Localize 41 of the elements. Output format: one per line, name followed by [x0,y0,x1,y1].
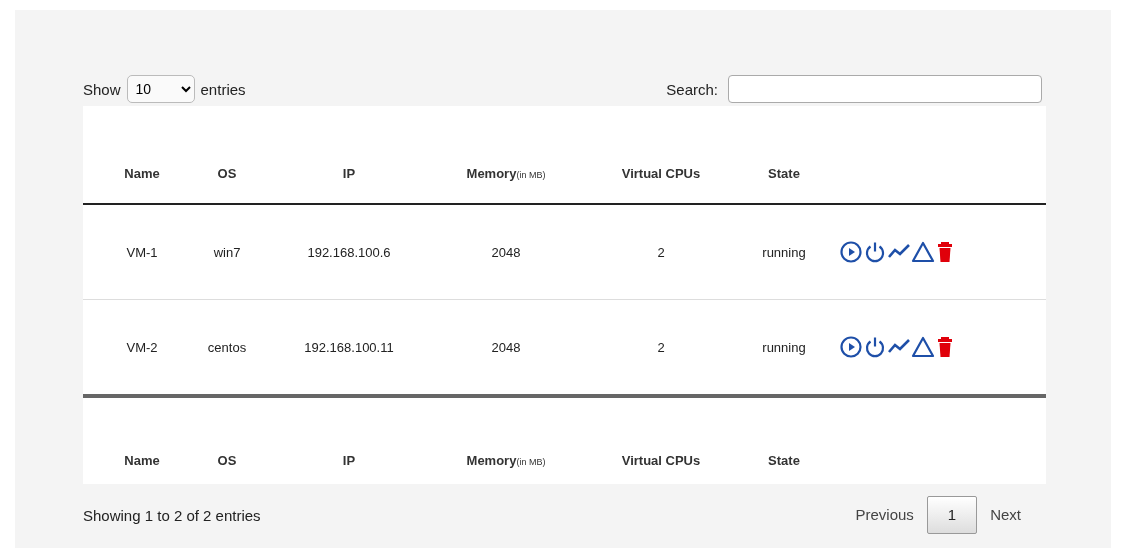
power-icon[interactable] [863,335,887,359]
column-header: Virtual CPUs [621,453,701,468]
column-header: Memory(in MB) [466,453,546,468]
column-header: Virtual CPUs [621,166,701,181]
table-cell: 192.168.100.11 [304,339,394,355]
table-cell: centos [207,339,247,355]
column-header: Name [124,453,160,468]
column-header: Memory(in MB) [466,166,546,181]
table-cell: 192.168.100.6 [307,244,391,260]
column-header: IP [342,453,356,468]
table-cell: 2 [657,339,665,355]
play-circle-icon[interactable] [839,335,863,359]
table-cell: win7 [213,244,241,260]
power-icon[interactable] [863,240,887,264]
table-cell: 2048 [491,244,521,260]
table-cell: running [762,244,806,260]
entries-label: entries [200,80,246,98]
entries-select[interactable]: 10 [126,75,195,103]
trash-icon[interactable] [935,335,955,359]
table-cell: running [762,339,806,355]
column-header: IP [342,166,356,181]
column-header: State [768,453,800,468]
page-button[interactable]: Previous [842,496,927,534]
play-circle-icon[interactable] [839,240,863,264]
table-cell: VM-2 [126,339,158,355]
column-header: OS [217,166,237,181]
column-header: OS [217,453,237,468]
page-button[interactable]: Next [977,496,1034,534]
entries-info: Showing 1 to 2 of 2 entries [83,506,261,524]
show-label: Show [83,80,121,98]
page-button[interactable]: 1 [926,496,978,534]
trash-icon[interactable] [935,240,955,264]
triangle-icon[interactable] [911,335,935,359]
table-cell: 2048 [491,339,521,355]
search-field[interactable] [728,75,1042,103]
table-cell: 2 [657,244,665,260]
table-cell: VM-1 [126,244,158,260]
triangle-icon[interactable] [911,240,935,264]
column-header: Name [124,166,160,181]
search-label: Search: [666,80,718,98]
column-header: State [768,166,800,181]
